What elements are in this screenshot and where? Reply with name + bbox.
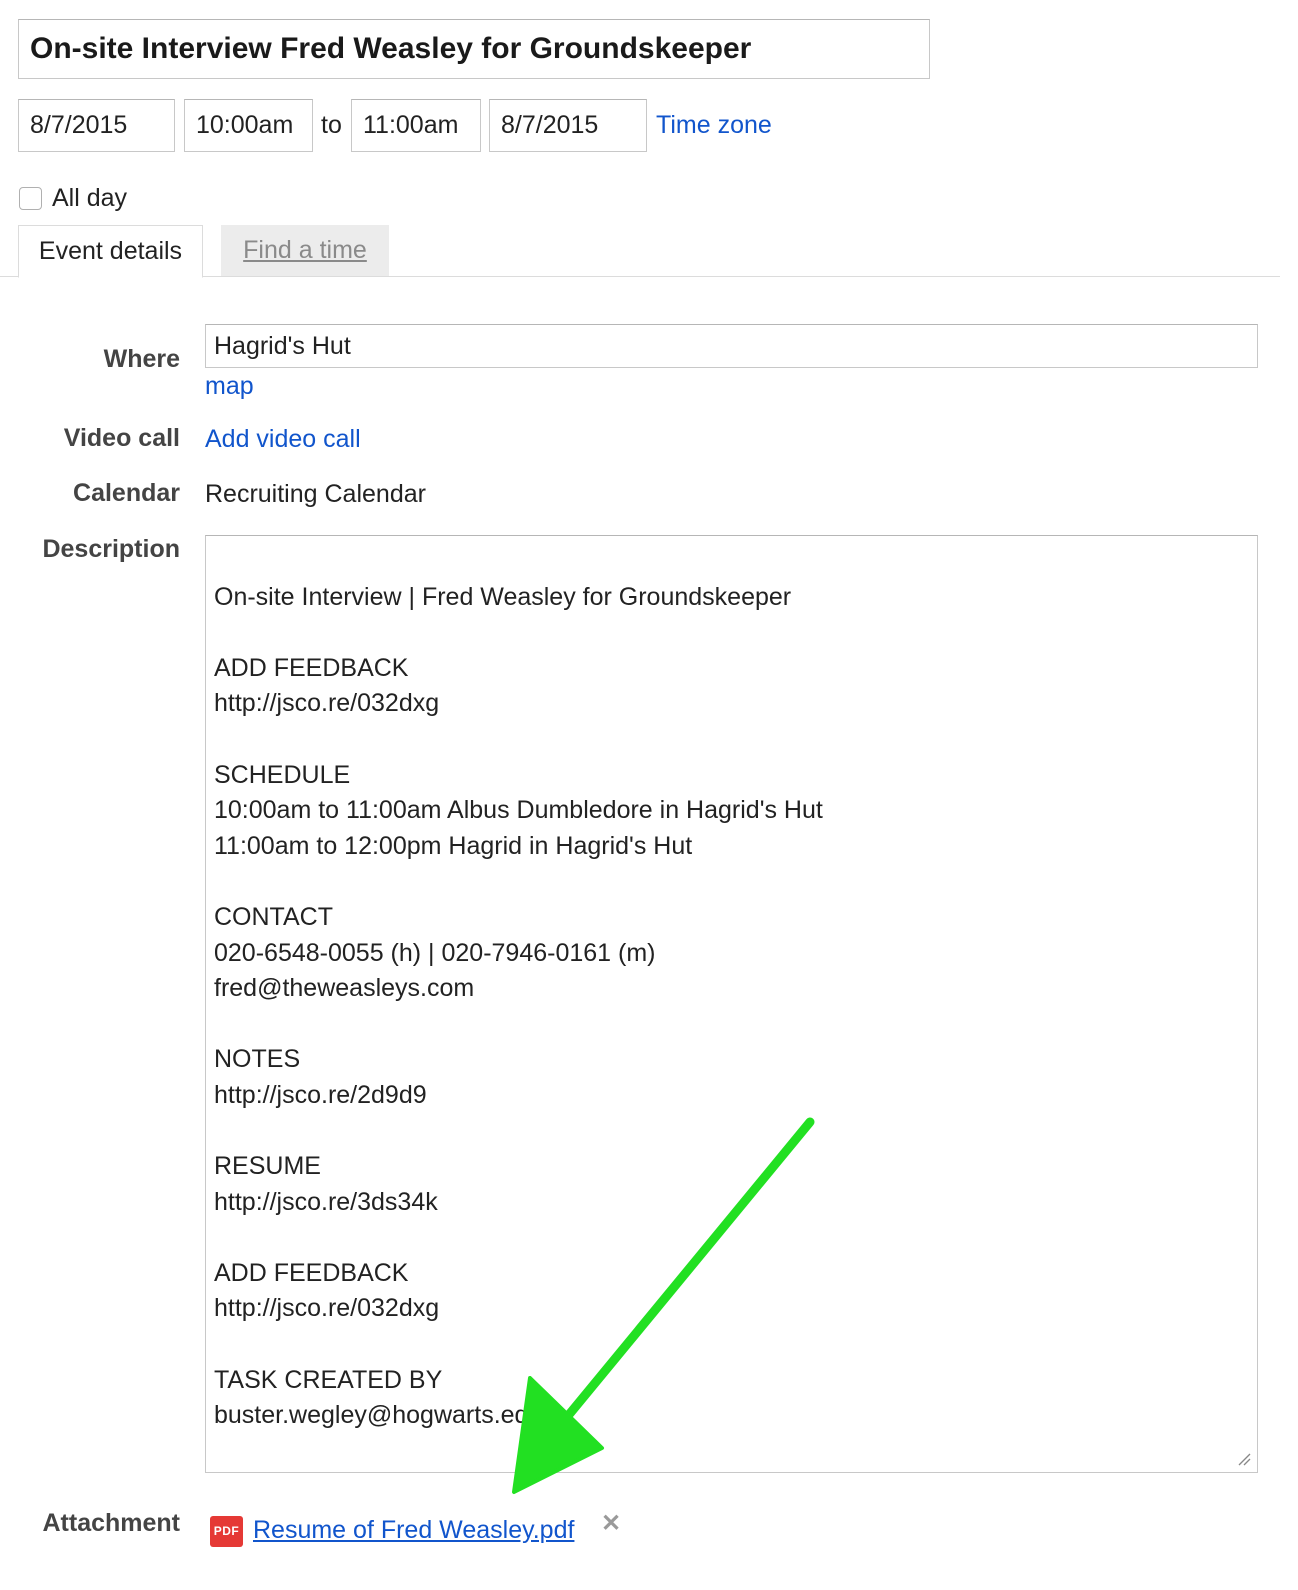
arrow-icon bbox=[512, 1117, 815, 1494]
all-day-label: All day bbox=[52, 184, 128, 212]
calendar-value[interactable]: Recruiting Calendar bbox=[205, 479, 426, 509]
start-date-field[interactable]: 8/7/2015 bbox=[18, 99, 175, 152]
time-zone-link[interactable]: Time zone bbox=[656, 99, 772, 152]
where-label: Where bbox=[103, 345, 180, 373]
calendar-label: Calendar bbox=[73, 479, 180, 507]
end-time-field[interactable]: 11:00am bbox=[351, 99, 481, 152]
tab-find-a-time[interactable]: Find a time bbox=[221, 225, 389, 276]
event-title-input[interactable]: On-site Interview Fred Weasley for Groun… bbox=[18, 19, 930, 79]
description-label: Description bbox=[42, 535, 180, 563]
attachment-file-link[interactable]: Resume of Fred Weasley.pdf bbox=[253, 1514, 574, 1546]
start-time-field[interactable]: 10:00am bbox=[184, 99, 313, 152]
video-call-label: Video call bbox=[63, 424, 180, 452]
where-input[interactable]: Hagrid's Hut bbox=[205, 324, 1258, 368]
add-video-call-link[interactable]: Add video call bbox=[205, 424, 361, 454]
attachment-label: Attachment bbox=[42, 1509, 180, 1537]
end-date-field[interactable]: 8/7/2015 bbox=[489, 99, 647, 152]
to-label: to bbox=[321, 111, 342, 139]
resize-handle-icon[interactable] bbox=[1237, 1452, 1251, 1466]
all-day-checkbox[interactable] bbox=[19, 187, 42, 210]
map-link[interactable]: map bbox=[205, 371, 254, 401]
pdf-icon: PDF bbox=[210, 1516, 243, 1547]
remove-attachment-close-icon[interactable]: ✕ bbox=[601, 1509, 621, 1539]
tab-event-details[interactable]: Event details bbox=[18, 225, 203, 278]
